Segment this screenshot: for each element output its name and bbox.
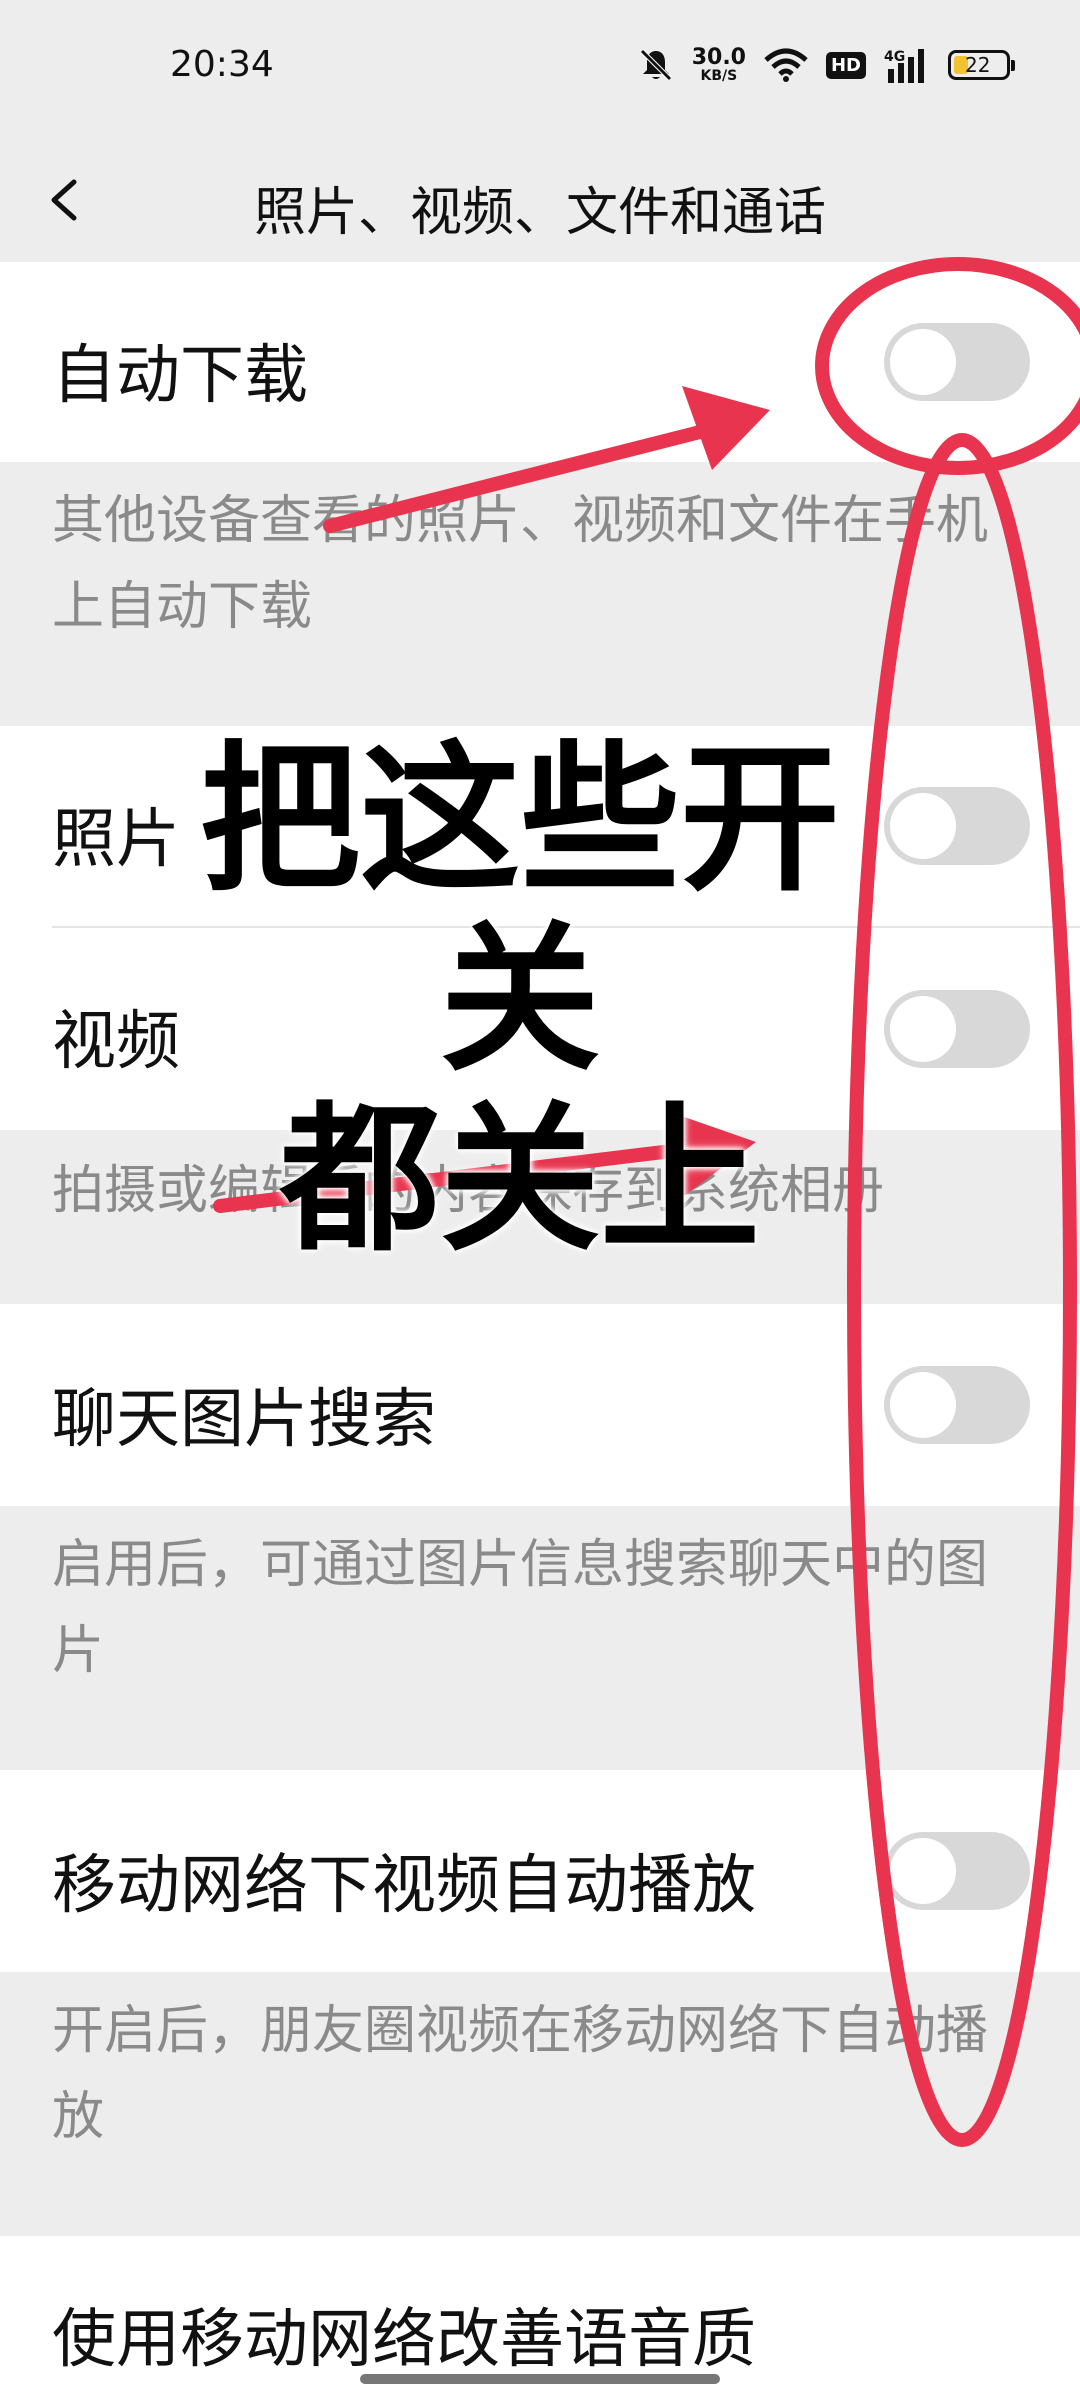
chat-image-search-label: 聊天图片搜索 (52, 1383, 436, 1457)
network-speed-value: 30.0 (691, 45, 746, 70)
toggle-knob (890, 329, 956, 395)
auto-download-label: 自动下载 (52, 339, 308, 413)
photo-toggle[interactable] (884, 787, 1030, 865)
annotation-text: 把这些开关 都关上 (170, 730, 870, 1270)
annotation-text-line-1: 把这些开关 (199, 726, 840, 1093)
toggle-knob (890, 793, 956, 859)
video-label: 视频 (52, 1005, 180, 1079)
nav-bar: 照片、视频、文件和通话 (0, 140, 1080, 260)
toggle-knob (890, 1838, 956, 1904)
chat-image-search-toggle[interactable] (884, 1366, 1030, 1444)
status-time: 20:34 (170, 44, 274, 85)
wifi-icon (764, 48, 808, 82)
toggle-knob (890, 1372, 956, 1438)
annotation-text-line-2: 都关上 (279, 1086, 760, 1273)
setting-row-chat-image-search[interactable]: 聊天图片搜索 (0, 1304, 1080, 1506)
mobile-video-autoplay-description: 开启后，朋友圈视频在移动网络下自动播放 (52, 2001, 989, 2147)
chat-image-search-description: 启用后，可通过图片信息搜索聊天中的图片 (52, 1535, 989, 1681)
battery-icon: 22 (948, 50, 1015, 80)
signal-label: 4G (884, 49, 905, 65)
status-bar: 20:34 30.0 KB/S HD 4G 22 (0, 0, 1080, 140)
video-toggle[interactable] (884, 990, 1030, 1068)
setting-row-mobile-video-autoplay[interactable]: 移动网络下视频自动播放 (0, 1770, 1080, 1972)
voice-quality-label: 使用移动网络改善语音质 (52, 2303, 756, 2377)
mute-icon (639, 49, 672, 81)
photo-label: 照片 (52, 803, 180, 877)
network-speed: 30.0 KB/S (691, 45, 746, 84)
mobile-video-autoplay-toggle[interactable] (884, 1832, 1030, 1910)
setting-row-auto-download[interactable]: 自动下载 (0, 262, 1080, 462)
hd-badge: HD (825, 51, 866, 79)
signal-icon: 4G (884, 49, 924, 83)
network-speed-unit: KB/S (700, 68, 738, 84)
battery-level: 22 (965, 53, 991, 77)
toggle-knob (890, 996, 956, 1062)
auto-download-toggle[interactable] (884, 323, 1030, 401)
auto-download-description: 其他设备查看的照片、视频和文件在手机上自动下载 (52, 491, 989, 637)
page-title: 照片、视频、文件和通话 (253, 183, 826, 243)
status-icons: 30.0 KB/S HD 4G 22 (638, 40, 1015, 90)
home-indicator[interactable] (360, 2374, 720, 2384)
mobile-video-autoplay-label: 移动网络下视频自动播放 (52, 1849, 756, 1923)
